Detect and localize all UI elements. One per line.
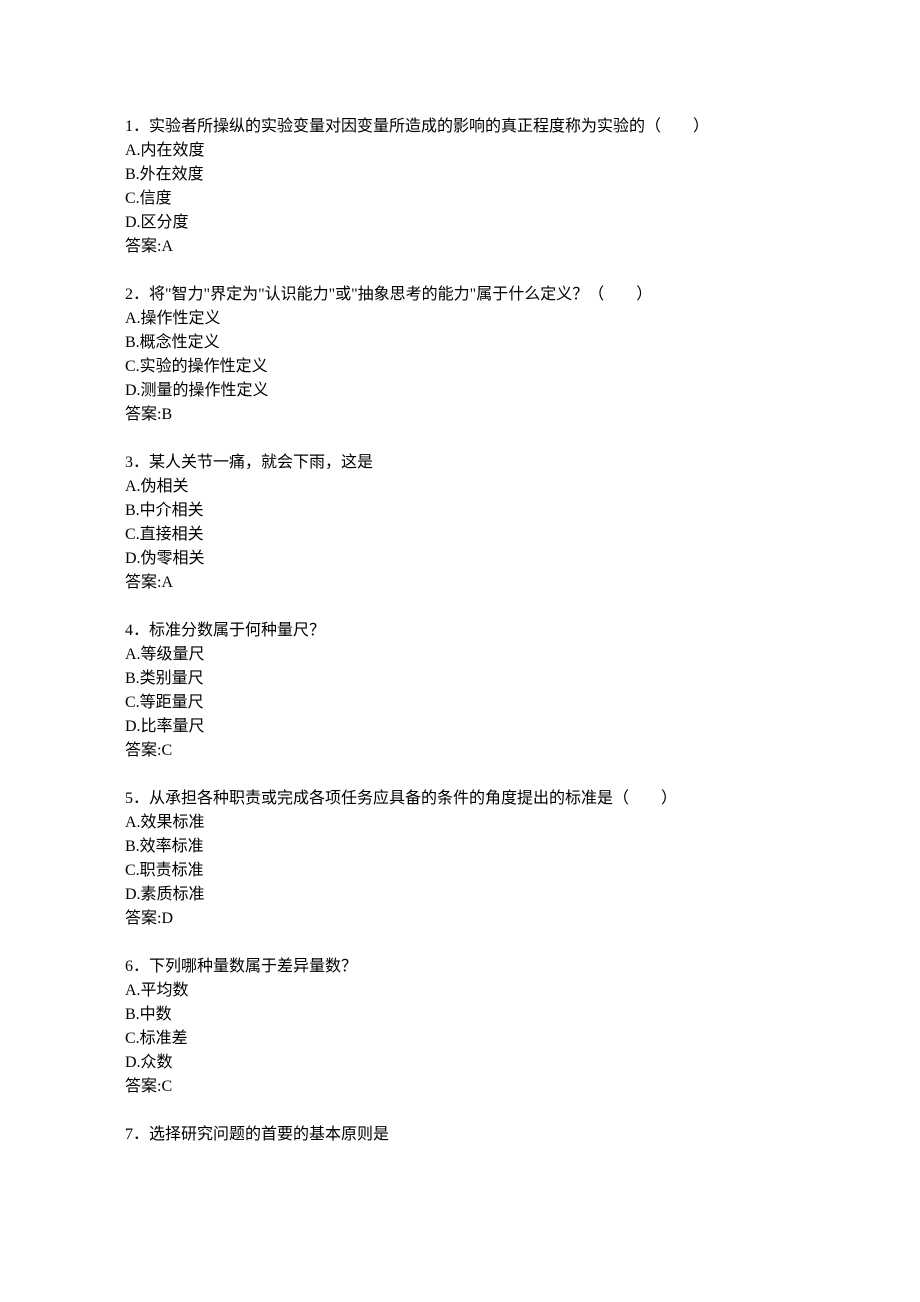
question-option: C.职责标准 xyxy=(125,859,795,883)
question-option: D.众数 xyxy=(125,1051,795,1075)
question-block: 3．某人关节一痛，就会下雨，这是A.伪相关B.中介相关C.直接相关D.伪零相关答… xyxy=(125,451,795,595)
question-option: D.比率量尺 xyxy=(125,715,795,739)
question-option: B.中数 xyxy=(125,1003,795,1027)
question-answer: 答案:A xyxy=(125,235,795,259)
question-answer: 答案:D xyxy=(125,907,795,931)
question-option: D.素质标准 xyxy=(125,883,795,907)
question-answer: 答案:C xyxy=(125,1075,795,1099)
question-option: D.伪零相关 xyxy=(125,547,795,571)
question-block: 5．从承担各种职责或完成各项任务应具备的条件的角度提出的标准是（ ）A.效果标准… xyxy=(125,787,795,931)
question-option: B.类别量尺 xyxy=(125,667,795,691)
question-option: B.中介相关 xyxy=(125,499,795,523)
question-block: 1．实验者所操纵的实验变量对因变量所造成的影响的真正程度称为实验的（ ）A.内在… xyxy=(125,115,795,259)
question-option: C.直接相关 xyxy=(125,523,795,547)
question-prompt: 7．选择研究问题的首要的基本原则是 xyxy=(125,1123,795,1147)
question-option: A.操作性定义 xyxy=(125,307,795,331)
question-option: B.效率标准 xyxy=(125,835,795,859)
question-answer: 答案:B xyxy=(125,403,795,427)
question-block: 4．标准分数属于何种量尺？A.等级量尺B.类别量尺C.等距量尺D.比率量尺答案:… xyxy=(125,619,795,763)
question-option: B.外在效度 xyxy=(125,163,795,187)
question-prompt: 3．某人关节一痛，就会下雨，这是 xyxy=(125,451,795,475)
question-answer: 答案:A xyxy=(125,571,795,595)
question-option: A.等级量尺 xyxy=(125,643,795,667)
question-option: A.伪相关 xyxy=(125,475,795,499)
question-prompt: 2．将"智力"界定为"认识能力"或"抽象思考的能力"属于什么定义？（ ） xyxy=(125,283,795,307)
question-prompt: 6．下列哪种量数属于差异量数？ xyxy=(125,955,795,979)
question-block: 2．将"智力"界定为"认识能力"或"抽象思考的能力"属于什么定义？（ ）A.操作… xyxy=(125,283,795,427)
question-option: C.等距量尺 xyxy=(125,691,795,715)
question-option: A.内在效度 xyxy=(125,139,795,163)
question-option: A.平均数 xyxy=(125,979,795,1003)
question-block: 6．下列哪种量数属于差异量数？A.平均数B.中数C.标准差D.众数答案:C xyxy=(125,955,795,1099)
question-prompt: 5．从承担各种职责或完成各项任务应具备的条件的角度提出的标准是（ ） xyxy=(125,787,795,811)
document-page: 1．实验者所操纵的实验变量对因变量所造成的影响的真正程度称为实验的（ ）A.内在… xyxy=(0,0,920,1302)
question-block: 7．选择研究问题的首要的基本原则是 xyxy=(125,1123,795,1147)
question-option: C.信度 xyxy=(125,187,795,211)
question-option: C.标准差 xyxy=(125,1027,795,1051)
question-option: B.概念性定义 xyxy=(125,331,795,355)
question-option: D.测量的操作性定义 xyxy=(125,379,795,403)
question-option: A.效果标准 xyxy=(125,811,795,835)
question-option: C.实验的操作性定义 xyxy=(125,355,795,379)
question-prompt: 1．实验者所操纵的实验变量对因变量所造成的影响的真正程度称为实验的（ ） xyxy=(125,115,795,139)
questions-container: 1．实验者所操纵的实验变量对因变量所造成的影响的真正程度称为实验的（ ）A.内在… xyxy=(125,115,795,1147)
question-prompt: 4．标准分数属于何种量尺？ xyxy=(125,619,795,643)
question-option: D.区分度 xyxy=(125,211,795,235)
question-answer: 答案:C xyxy=(125,739,795,763)
